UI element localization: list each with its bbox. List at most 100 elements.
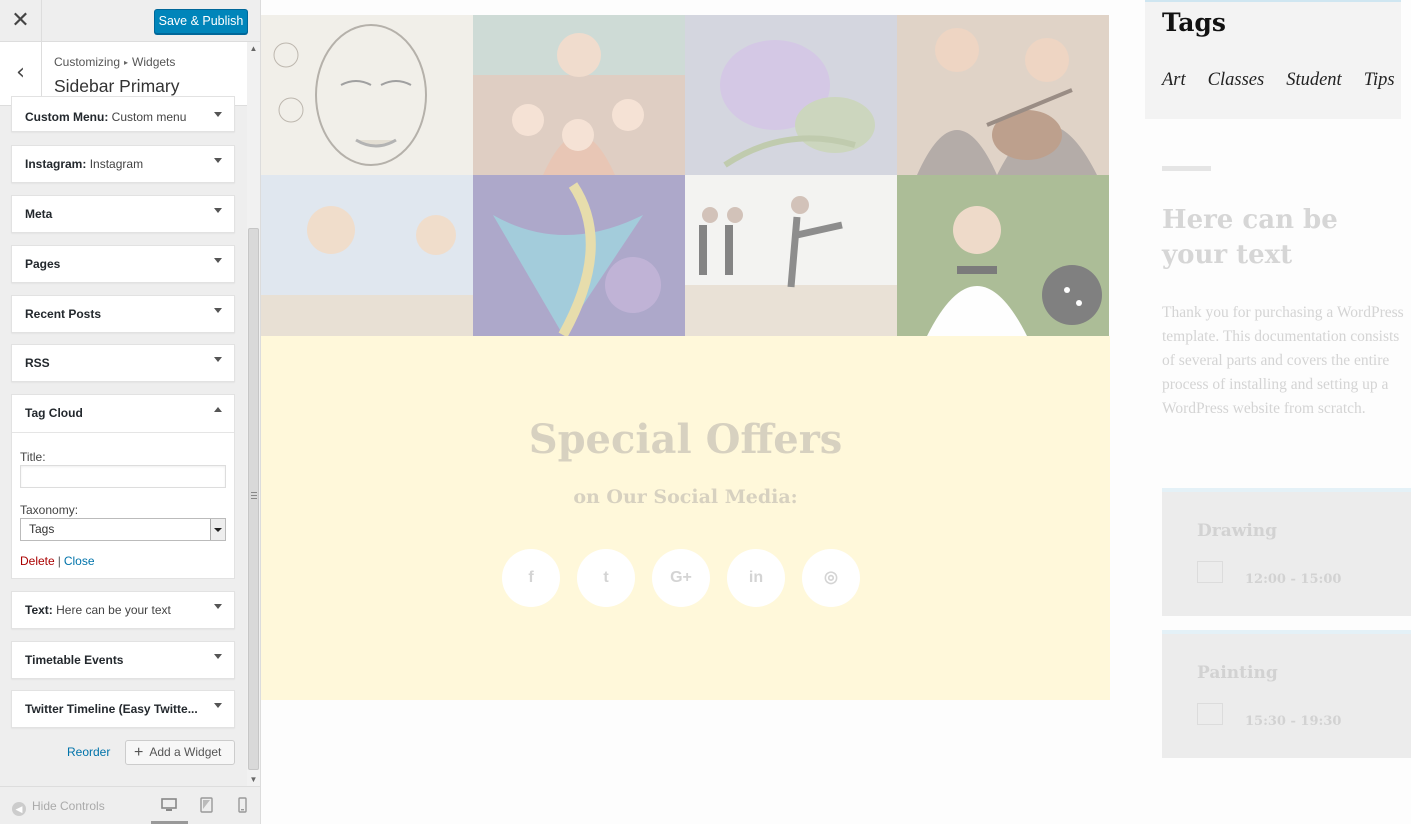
widget-meta[interactable]: Meta bbox=[11, 195, 235, 233]
widget-title: Meta bbox=[25, 207, 53, 221]
widget-tag-cloud: Tag Cloud Title: Taxonomy: Tags Delete | C… bbox=[11, 394, 235, 579]
tag-link[interactable]: Tips bbox=[1364, 70, 1395, 90]
hide-controls-button[interactable]: ◀ Hide Controls bbox=[12, 799, 105, 816]
widget-title: Custom Menu: Custom menu bbox=[25, 110, 186, 124]
title-label: Title: bbox=[20, 450, 46, 464]
title-input[interactable] bbox=[20, 465, 226, 488]
widget-pages[interactable]: Pages bbox=[11, 245, 235, 283]
widget-title: Twitter Timeline (Easy Twitte... bbox=[25, 702, 198, 716]
gallery-image[interactable] bbox=[897, 175, 1109, 336]
clock-icon bbox=[1197, 703, 1223, 725]
panel-scrollbar[interactable]: ▲ ▼ bbox=[247, 42, 260, 786]
add-widget-label: Add a Widget bbox=[149, 745, 222, 759]
close-customizer-button[interactable]: ✕ bbox=[0, 0, 42, 42]
plus-icon: + bbox=[134, 744, 144, 761]
dropdown-arrow-icon[interactable] bbox=[210, 519, 225, 540]
widget-twitter-timeline[interactable]: Twitter Timeline (Easy Twitte... bbox=[11, 690, 235, 728]
breadcrumb: Customizing ▸ Widgets bbox=[54, 55, 175, 69]
collapse-icon: ◀ bbox=[12, 802, 26, 816]
twitter-icon[interactable]: t bbox=[577, 549, 635, 607]
gallery-image[interactable] bbox=[897, 15, 1109, 175]
scroll-up-arrow-icon[interactable]: ▲ bbox=[247, 42, 260, 55]
title-underline bbox=[1162, 166, 1211, 171]
google-plus-icon[interactable]: G+ bbox=[652, 549, 710, 607]
customizer-header: ✕ Save & Publish bbox=[0, 0, 260, 42]
taxonomy-select[interactable]: Tags bbox=[20, 518, 226, 541]
expand-arrow-icon[interactable] bbox=[214, 208, 222, 213]
linkedin-icon[interactable]: in bbox=[727, 549, 785, 607]
expand-arrow-icon[interactable] bbox=[214, 308, 222, 313]
mobile-preview-icon[interactable] bbox=[234, 797, 252, 813]
taxonomy-label: Taxonomy: bbox=[20, 503, 79, 517]
expand-arrow-icon[interactable] bbox=[214, 112, 222, 117]
offers-title: Special Offers bbox=[528, 416, 843, 463]
widget-title: RSS bbox=[25, 356, 50, 370]
widget-rss[interactable]: RSS bbox=[11, 344, 235, 382]
timetable-event[interactable]: Painting 15:30 - 19:30 bbox=[1162, 630, 1411, 758]
gallery-image[interactable] bbox=[261, 15, 473, 175]
scroll-down-arrow-icon[interactable]: ▼ bbox=[247, 773, 260, 786]
expand-arrow-icon[interactable] bbox=[214, 158, 222, 163]
tags-heading: Tags bbox=[1162, 8, 1226, 37]
widget-actions: Delete | Close bbox=[20, 554, 95, 568]
special-offers-section: Special Offers on Our Social Media: f t … bbox=[261, 336, 1110, 700]
widget-title: Text: Here can be your text bbox=[25, 603, 171, 617]
customizer-footer: ◀ Hide Controls bbox=[0, 786, 260, 824]
expand-arrow-icon[interactable] bbox=[214, 357, 222, 362]
widget-timetable-events[interactable]: Timetable Events bbox=[11, 641, 235, 679]
expand-arrow-icon[interactable] bbox=[214, 654, 222, 659]
expand-arrow-icon[interactable] bbox=[214, 258, 222, 263]
widget-name: Instagram: bbox=[25, 157, 87, 171]
text-widget-body: Thank you for purchasing a WordPress tem… bbox=[1162, 304, 1404, 417]
facebook-icon[interactable]: f bbox=[502, 549, 560, 607]
gallery-image[interactable] bbox=[473, 15, 685, 175]
widget-subtitle: Here can be your text bbox=[56, 603, 171, 617]
widget-name: Custom Menu: bbox=[25, 110, 109, 124]
widget-subtitle: Custom menu bbox=[111, 110, 187, 124]
reorder-link[interactable]: Reorder bbox=[67, 745, 110, 759]
hide-controls-label: Hide Controls bbox=[32, 799, 105, 813]
tablet-preview-icon[interactable] bbox=[198, 797, 216, 813]
tags-widget: Tags Art Classes Student Tips bbox=[1145, 0, 1401, 119]
expand-arrow-icon[interactable] bbox=[214, 703, 222, 708]
instagram-icon[interactable]: ◎ bbox=[802, 549, 860, 607]
gallery-image[interactable] bbox=[685, 175, 897, 336]
desktop-preview-icon[interactable] bbox=[160, 797, 178, 813]
breadcrumb-current: Widgets bbox=[132, 55, 176, 69]
tag-link[interactable]: Student bbox=[1286, 70, 1342, 90]
customizer-panel: ✕ Save & Publish ‹ Customizing ▸ Widgets S… bbox=[0, 0, 261, 824]
collapse-arrow-icon[interactable] bbox=[214, 407, 222, 412]
tag-list: Art Classes Student Tips bbox=[1162, 70, 1411, 91]
save-publish-button[interactable]: Save & Publish bbox=[154, 9, 248, 34]
image-gallery bbox=[261, 15, 1110, 336]
event-time: 15:30 - 19:30 bbox=[1245, 714, 1342, 729]
widget-recent-posts[interactable]: Recent Posts bbox=[11, 295, 235, 333]
tag-link[interactable]: Classes bbox=[1208, 70, 1265, 90]
widget-title: Pages bbox=[25, 257, 61, 271]
gallery-image[interactable] bbox=[473, 175, 685, 336]
widget-title: Tag Cloud bbox=[25, 406, 83, 420]
clock-icon bbox=[1197, 561, 1223, 583]
taxonomy-value: Tags bbox=[29, 522, 55, 536]
scrollbar-thumb[interactable] bbox=[248, 228, 259, 770]
widget-name: Text: bbox=[25, 603, 53, 617]
timetable-event[interactable]: Drawing 12:00 - 15:00 bbox=[1162, 488, 1411, 616]
breadcrumb-arrow-icon: ▸ bbox=[124, 58, 129, 67]
widget-instagram[interactable]: Instagram: Instagram bbox=[11, 145, 235, 183]
widget-subtitle: Instagram bbox=[89, 157, 144, 171]
widget-title: Recent Posts bbox=[25, 307, 102, 321]
delete-link[interactable]: Delete bbox=[20, 554, 55, 568]
site-preview: Special Offers on Our Social Media: f t … bbox=[261, 0, 1411, 824]
grip-icon bbox=[251, 492, 257, 499]
gallery-image[interactable] bbox=[685, 15, 897, 175]
gallery-image[interactable] bbox=[261, 175, 473, 336]
text-widget-title: Here can be your text bbox=[1162, 205, 1338, 270]
tag-cloud-header[interactable]: Tag Cloud bbox=[12, 395, 234, 433]
separator: | bbox=[57, 554, 61, 568]
expand-arrow-icon[interactable] bbox=[214, 604, 222, 609]
widget-custom-menu[interactable]: Custom Menu: Custom menu bbox=[11, 96, 235, 132]
close-link[interactable]: Close bbox=[64, 554, 95, 568]
tag-link[interactable]: Art bbox=[1162, 70, 1186, 90]
add-widget-button[interactable]: + Add a Widget bbox=[125, 740, 235, 765]
widget-text[interactable]: Text: Here can be your text bbox=[11, 591, 235, 629]
